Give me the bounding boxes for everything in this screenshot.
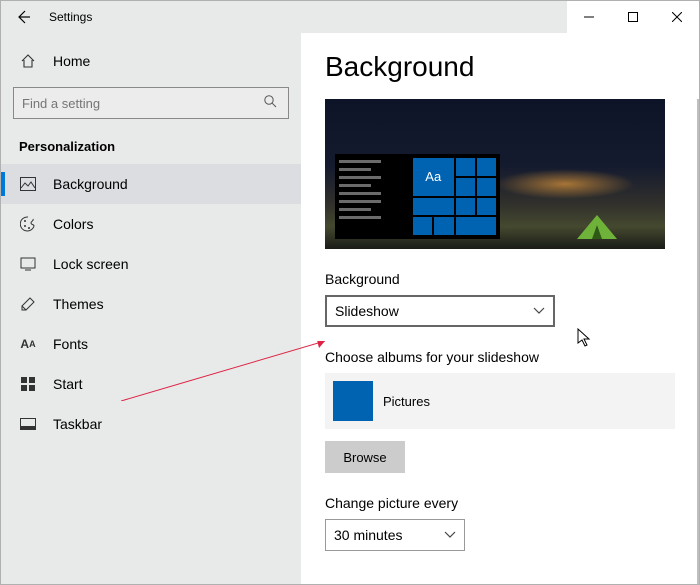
chevron-down-icon [444,528,456,542]
picture-icon [19,177,37,191]
fonts-icon: AA [19,337,37,351]
preview-start-overlay: Aa [335,154,500,239]
nav-taskbar[interactable]: Taskbar [1,404,301,444]
palette-icon [19,216,37,232]
nav-item-label: Themes [53,296,104,312]
nav-fonts[interactable]: AA Fonts [1,324,301,364]
back-button[interactable] [1,1,45,33]
nav-item-label: Start [53,376,83,392]
close-icon [672,12,682,22]
nav-background[interactable]: Background [1,164,301,204]
background-dropdown-value: Slideshow [335,303,399,319]
nav-home[interactable]: Home [1,41,301,81]
taskbar-icon [19,418,37,430]
nav-colors[interactable]: Colors [1,204,301,244]
home-icon [19,53,37,69]
search-input[interactable] [22,96,260,111]
scrollbar[interactable] [697,99,699,584]
nav-item-label: Lock screen [53,256,128,272]
arrow-left-icon [15,9,31,25]
preview-tile-text: Aa [413,158,454,196]
album-name: Pictures [383,394,430,409]
section-title: Personalization [1,133,301,164]
page-title: Background [325,51,675,83]
album-thumbnail [333,381,373,421]
window-title: Settings [49,10,92,24]
nav-home-label: Home [53,53,90,69]
close-button[interactable] [655,1,699,33]
lockscreen-icon [19,257,37,271]
minimize-button[interactable] [567,1,611,33]
maximize-button[interactable] [611,1,655,33]
album-row[interactable]: Pictures [325,373,675,429]
maximize-icon [628,12,638,22]
start-icon [19,377,37,391]
content-area: Background Aa Background Slidesho [301,33,699,584]
nav-item-label: Background [53,176,128,192]
search-icon [260,94,280,113]
background-dropdown[interactable]: Slideshow [325,295,555,327]
interval-dropdown-value: 30 minutes [334,527,402,543]
browse-button[interactable]: Browse [325,441,405,473]
nav-start[interactable]: Start [1,364,301,404]
sidebar: Home Personalization Background Colors L… [1,33,301,584]
themes-icon [19,296,37,312]
background-label: Background [325,271,675,287]
nav-themes[interactable]: Themes [1,284,301,324]
interval-dropdown[interactable]: 30 minutes [325,519,465,551]
titlebar: Settings [1,1,699,33]
background-preview: Aa [325,99,665,249]
albums-label: Choose albums for your slideshow [325,349,675,365]
search-box[interactable] [13,87,289,119]
browse-button-label: Browse [343,450,386,465]
nav-item-label: Colors [53,216,93,232]
minimize-icon [584,12,594,22]
nav-item-label: Fonts [53,336,88,352]
chevron-down-icon [533,304,545,318]
nav-item-label: Taskbar [53,416,102,432]
interval-label: Change picture every [325,495,675,511]
nav-lockscreen[interactable]: Lock screen [1,244,301,284]
